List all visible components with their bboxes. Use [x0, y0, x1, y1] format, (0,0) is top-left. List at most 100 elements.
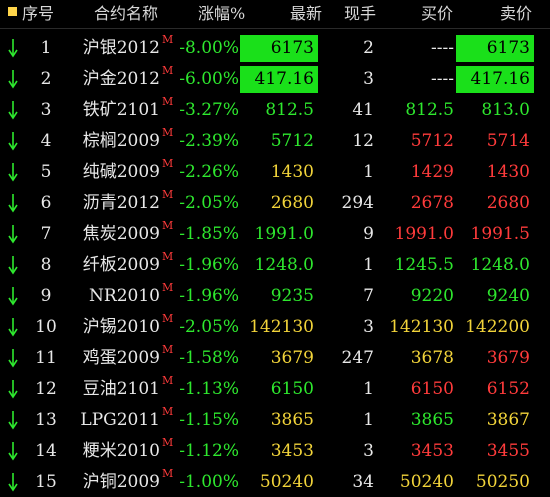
contract-name[interactable]: 棕榈2009 — [60, 129, 160, 153]
column-header-last[interactable]: 最新 — [290, 4, 322, 24]
bid-price[interactable]: 812.5 — [378, 98, 454, 122]
table-row[interactable]: 13 LPG2011 M -1.15% 3865 1 3865 3867 — [0, 404, 550, 435]
ask-price[interactable]: 1991.5 — [456, 222, 534, 246]
table-row[interactable]: 14 粳米2010 M -1.12% 3453 3 3453 3455 — [0, 435, 550, 466]
contract-name[interactable]: LPG2011 — [60, 408, 160, 432]
ask-price[interactable]: 3867 — [456, 408, 534, 432]
table-row[interactable]: 6 沥青2012 M -2.05% 2680 294 2678 2680 — [0, 187, 550, 218]
contract-name[interactable]: 沪银2012 — [60, 36, 160, 60]
ask-price[interactable]: 417.16 — [456, 66, 534, 93]
table-row[interactable]: 15 沪铜2009 M -1.00% 50240 34 50240 50250 — [0, 466, 550, 497]
table-row[interactable]: 7 焦炭2009 M -1.85% 1991.0 9 1991.0 1991.5 — [0, 218, 550, 249]
down-arrow-icon — [7, 379, 19, 399]
table-row[interactable]: 3 铁矿2101 M -3.27% 812.5 41 812.5 813.0 — [0, 94, 550, 125]
table-row[interactable]: 8 纤板2009 M -1.96% 1248.0 1 1245.5 1248.0 — [0, 249, 550, 280]
bid-price[interactable]: 9220 — [378, 284, 454, 308]
table-row[interactable]: 2 沪金2012 M -6.00% 417.16 3 ---- 417.16 — [0, 63, 550, 94]
last-price: 50240 — [259, 472, 314, 492]
contract-name[interactable]: 沥青2012 — [60, 191, 160, 215]
down-arrow-icon — [7, 317, 19, 337]
column-header-change[interactable]: 涨幅% — [198, 4, 245, 24]
bid-price[interactable]: 3865 — [378, 408, 454, 432]
bid-price[interactable]: 1245.5 — [378, 253, 454, 277]
change-percent: -6.00% — [179, 69, 239, 89]
last-volume: 12 — [352, 131, 374, 151]
ask-price[interactable]: 2680 — [456, 191, 534, 215]
change-percent: -1.96% — [179, 286, 239, 306]
bid-price[interactable]: 2678 — [378, 191, 454, 215]
last-price: 6173 — [240, 35, 318, 62]
ask-price[interactable]: 5714 — [456, 129, 534, 153]
down-arrow-icon — [7, 286, 19, 306]
down-arrow-icon — [7, 441, 19, 461]
column-header-name[interactable]: 合约名称 — [94, 4, 158, 24]
ask-price[interactable]: 6152 — [456, 377, 534, 401]
down-arrow-icon — [7, 410, 19, 430]
last-volume: 3 — [363, 317, 374, 337]
bid-price[interactable]: ---- — [378, 67, 454, 91]
bid-price[interactable]: 3678 — [378, 346, 454, 370]
contract-name[interactable]: 纯碱2009 — [60, 160, 160, 184]
contract-name[interactable]: 纤板2009 — [60, 253, 160, 277]
change-percent: -1.85% — [179, 224, 239, 244]
ask-price[interactable]: 6173 — [456, 35, 534, 62]
column-header-ask[interactable]: 卖价 — [500, 4, 532, 24]
table-row[interactable]: 5 纯碱2009 M -2.26% 1430 1 1429 1430 — [0, 156, 550, 187]
last-price: 1991.0 — [254, 224, 314, 244]
table-row[interactable]: 11 鸡蛋2009 M -1.58% 3679 247 3678 3679 — [0, 342, 550, 373]
table-row[interactable]: 10 沪锡2010 M -2.05% 142130 3 142130 142200 — [0, 311, 550, 342]
contract-name[interactable]: 沪金2012 — [60, 67, 160, 91]
ask-price[interactable]: 50250 — [456, 470, 534, 494]
table-row[interactable]: 12 豆油2101 M -1.13% 6150 1 6150 6152 — [0, 373, 550, 404]
quote-board: 序号 合约名称 涨幅% 最新 现手 买价 卖价 1 沪银2012 M -8.00% 61… — [0, 0, 550, 497]
sort-marker-icon[interactable] — [8, 7, 17, 16]
change-percent: -1.12% — [179, 441, 239, 461]
ask-price[interactable]: 1248.0 — [456, 253, 534, 277]
contract-name[interactable]: NR2010 — [60, 284, 160, 308]
contract-name[interactable]: 鸡蛋2009 — [60, 346, 160, 370]
bid-price[interactable]: 1991.0 — [378, 222, 454, 246]
ask-price[interactable]: 9240 — [456, 284, 534, 308]
column-header-volume[interactable]: 现手 — [344, 4, 376, 24]
contract-name[interactable]: 焦炭2009 — [60, 222, 160, 246]
last-price: 3453 — [270, 441, 314, 461]
contract-name[interactable]: 粳米2010 — [60, 439, 160, 463]
contract-name[interactable]: 沪锡2010 — [60, 315, 160, 339]
ask-price[interactable]: 813.0 — [456, 98, 534, 122]
last-price: 142130 — [249, 317, 314, 337]
bid-price[interactable]: 1429 — [378, 160, 454, 184]
bid-price[interactable]: ---- — [378, 36, 454, 60]
bid-price[interactable]: 142130 — [378, 315, 454, 339]
change-percent: -8.00% — [179, 38, 239, 58]
column-header-bid[interactable]: 买价 — [421, 4, 453, 24]
last-volume: 3 — [363, 441, 374, 461]
bid-price[interactable]: 3453 — [378, 439, 454, 463]
down-arrow-icon — [7, 224, 19, 244]
down-arrow-icon — [7, 472, 19, 492]
bid-price[interactable]: 6150 — [378, 377, 454, 401]
column-header-seq[interactable]: 序号 — [22, 4, 54, 24]
down-arrow-icon — [7, 255, 19, 275]
table-row[interactable]: 4 棕榈2009 M -2.39% 5712 12 5712 5714 — [0, 125, 550, 156]
last-price: 1248.0 — [254, 255, 314, 275]
bid-price[interactable]: 5712 — [378, 129, 454, 153]
contract-name[interactable]: 沪铜2009 — [60, 470, 160, 494]
ask-price[interactable]: 1430 — [456, 160, 534, 184]
ask-price[interactable]: 3455 — [456, 439, 534, 463]
last-volume: 1 — [363, 255, 374, 275]
last-price: 9235 — [270, 286, 314, 306]
change-percent: -2.05% — [179, 193, 239, 213]
last-price: 2680 — [270, 193, 314, 213]
contract-name[interactable]: 铁矿2101 — [60, 98, 160, 122]
last-volume: 3 — [363, 69, 374, 89]
ask-price[interactable]: 142200 — [456, 315, 534, 339]
down-arrow-icon — [7, 100, 19, 120]
ask-price[interactable]: 3679 — [456, 346, 534, 370]
last-volume: 1 — [363, 410, 374, 430]
table-row[interactable]: 1 沪银2012 M -8.00% 6173 2 ---- 6173 — [0, 32, 550, 63]
column-header-bar: 序号 合约名称 涨幅% 最新 现手 买价 卖价 — [0, 0, 550, 29]
change-percent: -1.13% — [179, 379, 239, 399]
table-row[interactable]: 9 NR2010 M -1.96% 9235 7 9220 9240 — [0, 280, 550, 311]
contract-name[interactable]: 豆油2101 — [60, 377, 160, 401]
bid-price[interactable]: 50240 — [378, 470, 454, 494]
